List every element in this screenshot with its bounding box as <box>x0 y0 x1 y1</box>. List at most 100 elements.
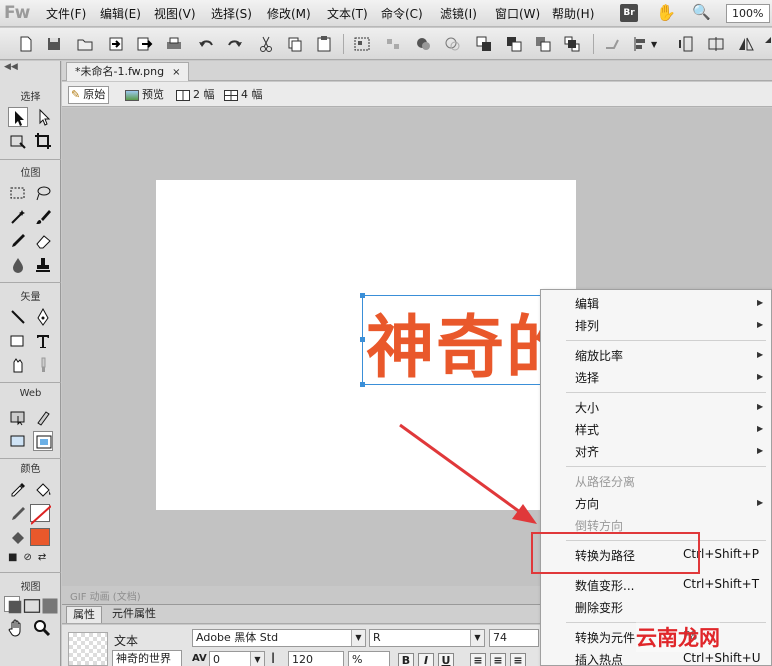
menu-filters[interactable]: 滤镜(I) <box>440 5 477 22</box>
show-slices-icon[interactable] <box>33 431 53 451</box>
context-menu-item[interactable]: 删除变形 <box>575 599 623 616</box>
context-menu-item[interactable]: 数值变形... <box>575 577 634 594</box>
save-icon[interactable] <box>44 34 64 54</box>
rotate-icon[interactable] <box>676 34 696 54</box>
menu-edit[interactable]: 编辑(E) <box>100 5 141 22</box>
zoom-tool-icon[interactable] <box>32 618 52 638</box>
slice-tool-icon[interactable] <box>33 407 53 427</box>
menu-help[interactable]: 帮助(H) <box>552 5 594 22</box>
context-menu-item[interactable]: 编辑 <box>575 295 599 312</box>
context-menu-item[interactable]: 转换为元件 <box>575 629 635 646</box>
new-file-icon[interactable] <box>16 34 36 54</box>
align-dropdown-icon[interactable]: ▼ <box>651 40 657 49</box>
join-icon[interactable] <box>414 34 434 54</box>
cut-icon[interactable] <box>256 34 276 54</box>
align-center-icon[interactable]: ≡ <box>490 653 506 666</box>
ungroup-icon[interactable] <box>383 34 403 54</box>
swap-colors-icon[interactable]: ⇄ <box>38 552 46 566</box>
hotspot-tool-icon[interactable] <box>8 407 28 427</box>
leading-field[interactable]: 120 <box>288 651 344 666</box>
pointer-tool-icon[interactable] <box>8 107 28 127</box>
align-icon[interactable] <box>632 34 652 54</box>
context-menu-item[interactable]: 排列 <box>575 317 599 334</box>
font-family-select[interactable]: Adobe 黑体 Std <box>192 629 366 647</box>
bold-button[interactable]: B <box>398 653 414 666</box>
leading-unit-select[interactable]: % <box>348 651 390 666</box>
context-menu-item[interactable]: 缩放比率 <box>575 347 623 364</box>
open-icon[interactable] <box>75 34 95 54</box>
undo-icon[interactable] <box>196 34 216 54</box>
view-2up-button[interactable]: 2 幅 <box>174 86 218 104</box>
no-color-icon[interactable]: ⊘ <box>23 552 31 566</box>
knife-tool-icon[interactable] <box>33 355 53 375</box>
context-menu-item[interactable]: 样式 <box>575 421 599 438</box>
stroke-swatch[interactable] <box>30 504 52 525</box>
view-original-button[interactable]: ✎ 原始 <box>68 86 110 104</box>
copy-icon[interactable] <box>285 34 305 54</box>
chevron-down-icon[interactable]: ▼ <box>470 630 484 646</box>
bring-to-front-icon[interactable] <box>474 34 494 54</box>
view-preview-button[interactable]: 预览 <box>123 86 167 104</box>
maximized-screen-icon[interactable] <box>22 596 41 613</box>
export-icon[interactable] <box>134 34 154 54</box>
object-name-field[interactable]: 神奇的世界 <box>112 650 182 666</box>
crop-tool-icon[interactable] <box>33 131 53 151</box>
scale-tool-icon[interactable] <box>8 131 28 151</box>
bring-forward-icon[interactable] <box>504 34 524 54</box>
context-menu-item[interactable]: 插入热点 <box>575 651 623 666</box>
paste-icon[interactable] <box>314 34 334 54</box>
context-menu-item[interactable]: 方向 <box>575 495 599 512</box>
view-4up-button[interactable]: 4 幅 <box>222 86 266 104</box>
text-tool-icon[interactable] <box>33 331 53 351</box>
close-tab-icon[interactable]: × <box>172 67 180 78</box>
subselect-tool-icon[interactable] <box>33 107 53 127</box>
menu-file[interactable]: 文件(F) <box>46 5 86 22</box>
selection-handle[interactable] <box>360 337 365 342</box>
default-colors-icon[interactable]: ■ <box>8 552 17 566</box>
split-icon[interactable] <box>443 34 463 54</box>
hand-icon[interactable]: ✋ <box>656 3 676 22</box>
menu-modify[interactable]: 修改(M) <box>267 5 311 22</box>
italic-button[interactable]: I <box>418 653 434 666</box>
context-menu-item[interactable]: 选择 <box>575 369 599 386</box>
magic-wand-tool-icon[interactable] <box>8 207 28 227</box>
zoom-icon[interactable]: 🔍 <box>692 3 711 21</box>
selection-handle[interactable] <box>360 382 365 387</box>
document-tab[interactable]: *未命名-1.fw.png × <box>66 62 190 81</box>
menu-text[interactable]: 文本(T) <box>327 5 368 22</box>
flip-horizontal-icon[interactable] <box>736 34 756 54</box>
underline-button[interactable]: U <box>438 653 454 666</box>
stroke-color-icon[interactable] <box>8 504 28 524</box>
align-left-icon[interactable]: ≡ <box>470 653 486 666</box>
font-size-field[interactable]: 74 <box>489 629 539 647</box>
swap-icon[interactable] <box>602 34 622 54</box>
flip-icon[interactable] <box>706 34 726 54</box>
context-menu-item[interactable]: 对齐 <box>575 443 599 460</box>
eyedropper-tool-icon[interactable] <box>8 480 28 500</box>
pen-tool-icon[interactable] <box>33 307 53 327</box>
menu-select[interactable]: 选择(S) <box>211 5 252 22</box>
fill-color-icon[interactable] <box>8 528 28 548</box>
freeform-tool-icon[interactable] <box>8 355 28 375</box>
context-menu-item[interactable]: 大小 <box>575 399 599 416</box>
hide-slices-icon[interactable] <box>8 431 28 451</box>
send-to-back-icon[interactable] <box>562 34 582 54</box>
tab-properties[interactable]: 属性 <box>66 606 102 623</box>
panel-collapse-icon[interactable]: ◀◀ <box>4 62 18 72</box>
blur-tool-icon[interactable] <box>8 255 28 275</box>
send-backward-icon[interactable] <box>533 34 553 54</box>
zoom-level-select[interactable]: 100% <box>726 4 770 23</box>
import-icon[interactable] <box>106 34 126 54</box>
chevron-down-icon[interactable]: ▼ <box>250 652 264 666</box>
line-tool-icon[interactable] <box>8 307 28 327</box>
rubber-stamp-tool-icon[interactable] <box>33 255 53 275</box>
bridge-button[interactable]: Br <box>620 4 638 22</box>
flip-vertical-icon[interactable] <box>762 34 772 54</box>
marquee-tool-icon[interactable] <box>8 183 28 203</box>
paint-bucket-tool-icon[interactable] <box>33 480 53 500</box>
group-icon[interactable] <box>352 34 372 54</box>
menu-commands[interactable]: 命令(C) <box>381 5 423 22</box>
redo-icon[interactable] <box>225 34 245 54</box>
hand-tool-icon[interactable] <box>6 618 26 638</box>
tab-symbol-properties[interactable]: 元件属性 <box>106 606 162 623</box>
